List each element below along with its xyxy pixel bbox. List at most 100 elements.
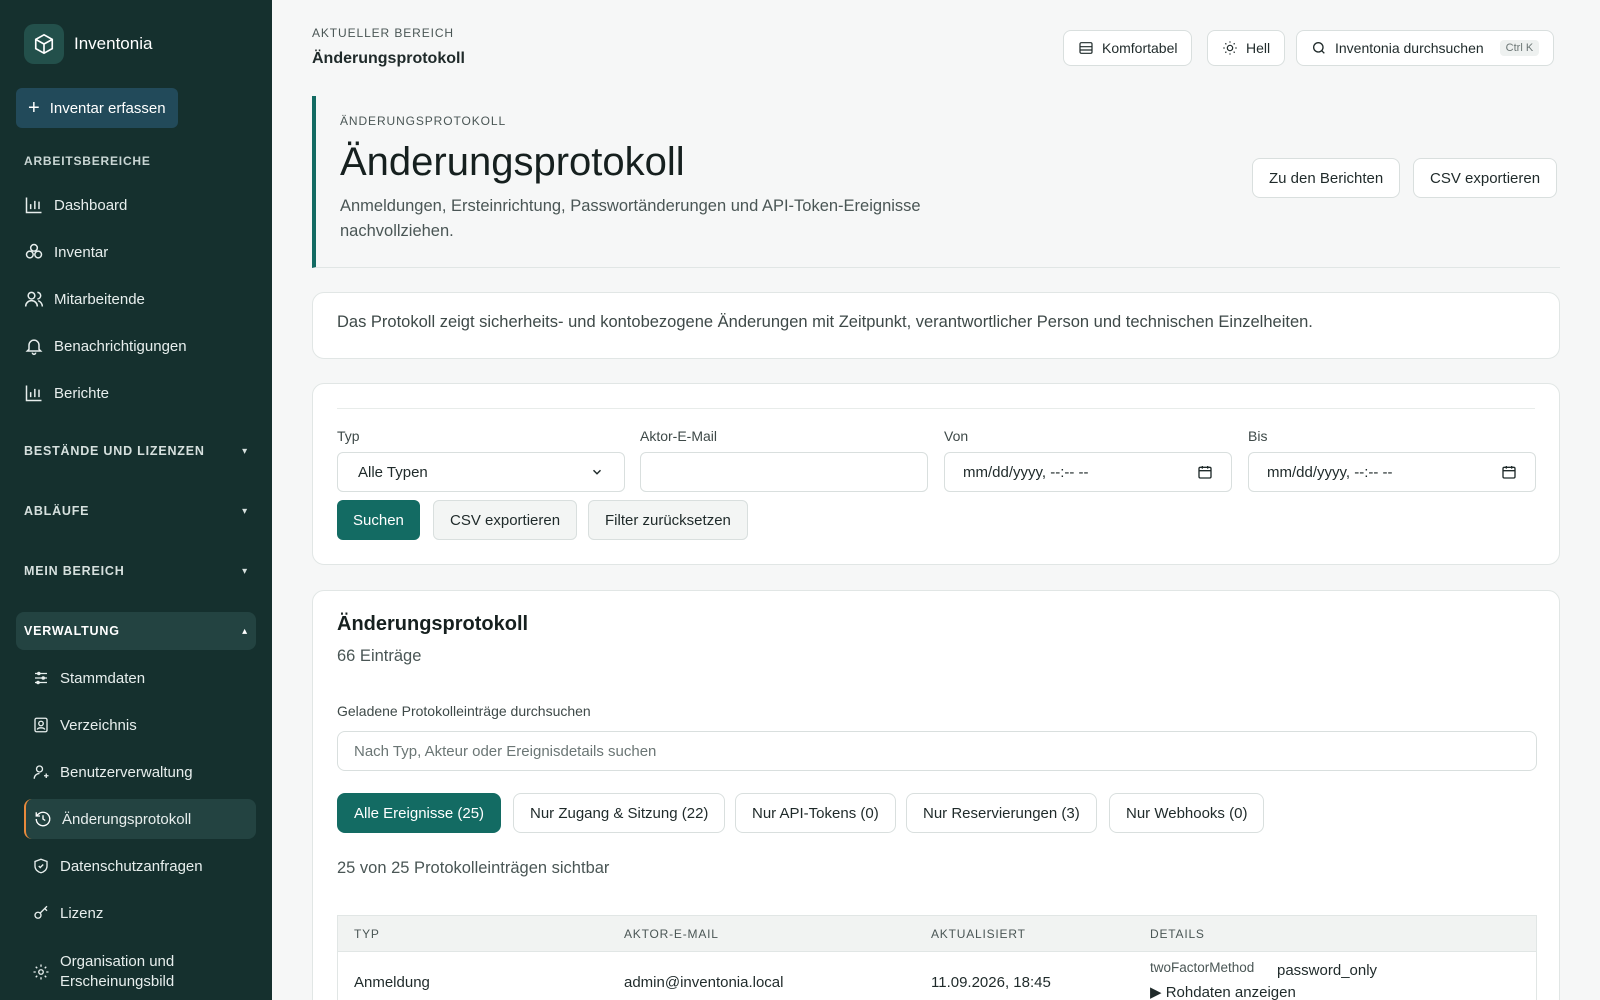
sidebar-item-directory[interactable]: Verzeichnis bbox=[24, 705, 256, 745]
group-my-area[interactable]: MEIN BEREICH ▾ bbox=[16, 552, 256, 590]
cell-type: Anmeldung bbox=[354, 974, 430, 991]
sidebar-item-label: Stammdaten bbox=[60, 669, 146, 687]
sidebar-item-label: Berichte bbox=[54, 384, 110, 402]
sidebar-item-dashboard[interactable]: Dashboard bbox=[16, 185, 256, 225]
from-datetime-value: mm/dd/yyyy, --:-- -- bbox=[963, 463, 1089, 481]
table-header: TYP AKTOR-E-MAIL AKTUALISIERT DETAILS bbox=[338, 916, 1536, 952]
actor-email-input[interactable] bbox=[640, 452, 928, 492]
sidebar-item-license[interactable]: Lizenz bbox=[24, 893, 256, 933]
type-label: Typ bbox=[337, 428, 360, 444]
sliders-icon bbox=[35, 671, 47, 685]
to-label: Bis bbox=[1248, 428, 1268, 444]
type-select[interactable]: Alle Typen bbox=[337, 452, 625, 492]
group-label: VERWALTUNG bbox=[24, 624, 120, 638]
search-icon bbox=[1313, 42, 1325, 54]
cubes-icon bbox=[25, 243, 43, 259]
detail-value: password_only bbox=[1277, 962, 1378, 979]
calendar-icon[interactable] bbox=[1501, 464, 1517, 480]
chevron-up-icon: ▴ bbox=[242, 625, 248, 637]
to-datetime-input[interactable]: mm/dd/yyyy, --:-- -- bbox=[1248, 452, 1536, 492]
cube-logo-icon bbox=[24, 24, 64, 64]
add-inventory-label: Inventar erfassen bbox=[49, 99, 166, 117]
sidebar-item-employees[interactable]: Mitarbeitende bbox=[16, 279, 256, 319]
calendar-icon[interactable] bbox=[1197, 464, 1213, 480]
audit-table: TYP AKTOR-E-MAIL AKTUALISIERT DETAILS An… bbox=[337, 915, 1537, 1000]
sidebar-item-label: Benachrichtigungen bbox=[54, 337, 187, 355]
reset-filters-button[interactable]: Filter zurücksetzen bbox=[588, 500, 748, 540]
actor-email-label: Aktor-E-Mail bbox=[640, 428, 718, 444]
group-stock-licenses[interactable]: BESTÄNDE UND LIZENZEN ▾ bbox=[16, 432, 256, 470]
filter-card: Typ Alle Typen Aktor-E-Mail Von mm/dd/yy… bbox=[312, 383, 1560, 565]
plus-icon: + bbox=[28, 97, 40, 119]
search-submit-button[interactable]: Suchen bbox=[337, 500, 420, 540]
page-header: ÄNDERUNGSPROTOKOLL Änderungsprotokoll An… bbox=[312, 96, 1560, 268]
column-header-actor[interactable]: AKTOR-E-MAIL bbox=[624, 927, 719, 941]
group-label: BESTÄNDE UND LIZENZEN bbox=[24, 444, 205, 458]
filter-chip-access[interactable]: Nur Zugang & Sitzung (22) bbox=[513, 793, 726, 833]
sidebar-item-organization[interactable]: Organisation und Erscheinungsbild bbox=[24, 948, 256, 996]
divider bbox=[337, 408, 1535, 409]
breadcrumb-label: AKTUELLER BEREICH bbox=[312, 26, 455, 40]
sidebar-item-inventory[interactable]: Inventar bbox=[16, 232, 256, 272]
sidebar-item-reports[interactable]: Berichte bbox=[16, 373, 256, 413]
column-header-details[interactable]: DETAILS bbox=[1150, 927, 1205, 941]
filter-export-label: CSV exportieren bbox=[450, 511, 561, 529]
export-csv-button[interactable]: CSV exportieren bbox=[1413, 158, 1558, 198]
export-csv-label: CSV exportieren bbox=[1430, 169, 1541, 187]
table-icon bbox=[1079, 42, 1093, 54]
log-card: Änderungsprotokoll 66 Einträge Geladene … bbox=[312, 590, 1560, 1000]
sidebar-item-audit-log[interactable]: Änderungsprotokoll bbox=[24, 799, 256, 839]
sidebar-item-label: Dashboard bbox=[54, 196, 128, 214]
raw-data-toggle[interactable]: ▶ Rohdaten anzeigen bbox=[1150, 983, 1296, 1000]
add-inventory-button[interactable]: + Inventar erfassen bbox=[16, 88, 178, 128]
page-overline: ÄNDERUNGSPROTOKOLL bbox=[340, 114, 507, 128]
page-title: Änderungsprotokoll bbox=[340, 140, 685, 184]
filter-export-csv-button[interactable]: CSV exportieren bbox=[433, 500, 578, 540]
group-administration[interactable]: VERWALTUNG ▴ bbox=[16, 612, 256, 650]
section-label-workspaces: ARBEITSBEREICHE bbox=[24, 154, 151, 168]
group-workflows[interactable]: ABLÄUFE ▾ bbox=[16, 492, 256, 530]
chevron-down-icon: ▾ bbox=[242, 565, 248, 577]
filter-chip-webhooks[interactable]: Nur Webhooks (0) bbox=[1109, 793, 1265, 833]
filter-chip-reservations[interactable]: Nur Reservierungen (3) bbox=[906, 793, 1097, 833]
reset-filters-label: Filter zurücksetzen bbox=[605, 511, 731, 529]
type-select-value: Alle Typen bbox=[358, 463, 428, 481]
detail-key: twoFactorMethod bbox=[1150, 960, 1255, 975]
group-label: ABLÄUFE bbox=[24, 504, 90, 518]
bar-chart-icon bbox=[25, 197, 42, 214]
chip-label: Nur Zugang & Sitzung (22) bbox=[530, 804, 709, 822]
group-label: MEIN BEREICH bbox=[24, 564, 125, 578]
key-icon bbox=[34, 905, 48, 919]
table-row[interactable]: Anmeldung admin@inventonia.local 11.09.2… bbox=[338, 952, 1536, 1000]
filter-chip-api-tokens[interactable]: Nur API-Tokens (0) bbox=[735, 793, 896, 833]
chip-label: Nur API-Tokens (0) bbox=[752, 804, 879, 822]
users-icon bbox=[24, 291, 44, 307]
sidebar-item-privacy-requests[interactable]: Datenschutzanfragen bbox=[24, 846, 256, 886]
sidebar-item-user-management[interactable]: Benutzerverwaltung bbox=[24, 752, 256, 792]
sidebar-item-label: Änderungsprotokoll bbox=[62, 810, 192, 828]
page-subtitle: Anmeldungen, Ersteinrichtung, Passwortän… bbox=[340, 197, 921, 240]
theme-label: Hell bbox=[1246, 40, 1271, 56]
chip-label: Nur Webhooks (0) bbox=[1126, 804, 1248, 822]
theme-button[interactable]: Hell bbox=[1207, 30, 1286, 66]
chip-label: Nur Reservierungen (3) bbox=[923, 804, 1080, 822]
log-search-input[interactable] bbox=[337, 731, 1537, 771]
column-header-updated[interactable]: AKTUALISIERT bbox=[931, 927, 1026, 941]
search-submit-label: Suchen bbox=[353, 511, 404, 529]
sidebar-item-notifications[interactable]: Benachrichtigungen bbox=[16, 326, 256, 366]
brand[interactable]: Inventonia bbox=[24, 24, 152, 64]
filter-chip-all[interactable]: Alle Ereignisse (25) bbox=[337, 793, 502, 833]
density-button[interactable]: Komfortabel bbox=[1063, 30, 1193, 66]
shortcut-hint: Ctrl K bbox=[1499, 40, 1540, 56]
chevron-down-icon: ▾ bbox=[242, 445, 248, 457]
column-header-type[interactable]: TYP bbox=[354, 927, 380, 941]
global-search-button[interactable]: Inventonia durchsuchen Ctrl K bbox=[1296, 30, 1555, 66]
reports-button[interactable]: Zu den Berichten bbox=[1252, 158, 1401, 198]
shield-check-icon bbox=[34, 858, 48, 874]
log-title: Änderungsprotokoll bbox=[337, 613, 529, 635]
sidebar-item-master-data[interactable]: Stammdaten bbox=[24, 658, 256, 698]
from-datetime-input[interactable]: mm/dd/yyyy, --:-- -- bbox=[944, 452, 1232, 492]
history-icon bbox=[35, 811, 51, 827]
cell-updated: 11.09.2026, 18:45 bbox=[931, 974, 1051, 991]
global-search-label: Inventonia durchsuchen bbox=[1335, 40, 1484, 56]
